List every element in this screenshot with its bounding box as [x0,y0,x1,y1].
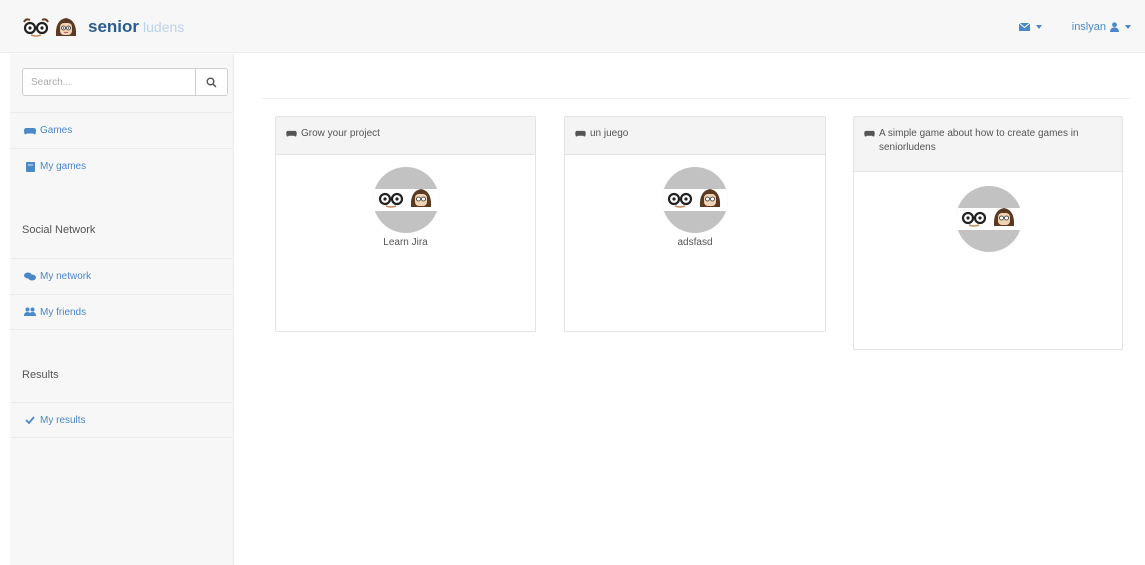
user-dropdown[interactable]: inslyan [1072,21,1131,33]
gamepad-icon [575,130,586,137]
face-logo-icon [410,189,432,207]
brand-primary: senior [88,17,140,36]
logo-icons [22,16,78,38]
face-logo-icon [993,208,1015,226]
glasses-logo-icon [378,192,404,208]
game-author: Learn Jira [383,237,428,248]
comments-icon [24,272,36,282]
brand-secondary: ludens [143,19,185,35]
game-author: adsfasd [677,237,713,248]
sidebar-item-games[interactable]: Games [10,112,234,148]
game-card[interactable]: A simple game about how to create games … [853,116,1123,350]
envelope-icon [1018,23,1030,31]
glasses-logo-icon [961,211,987,227]
sidebar-item-my-network[interactable]: My network [10,258,234,294]
glasses-logo-icon [23,18,49,37]
top-navbar: senior ludens inslyan [0,0,1145,53]
game-card-title: Grow your project [301,128,380,139]
search-input[interactable] [22,68,196,96]
caret-down-icon [1125,25,1131,29]
game-avatar [662,167,728,233]
face-logo-icon [55,18,77,36]
gamepad-icon [286,130,297,137]
check-icon [24,415,36,425]
face-logo-icon [699,189,721,207]
user-name: inslyan [1071,21,1106,33]
search-icon [206,77,217,88]
game-card[interactable]: Grow your project Learn Jira [275,116,536,332]
game-card-title: A simple game about how to create games … [879,128,1079,153]
game-card-header: un juego [565,117,825,155]
sidebar: Games My games Social Network My network… [10,54,234,565]
results-header: Results [22,369,59,381]
game-card-header: A simple game about how to create games … [854,117,1122,172]
sidebar-item-label: My network [40,271,92,282]
sidebar-item-label: My results [40,414,86,426]
game-card-title: un juego [590,128,629,139]
game-avatar [373,167,439,233]
messages-dropdown[interactable] [1018,23,1042,31]
gamepad-icon [864,130,875,137]
game-avatar [956,186,1022,252]
social-network-header: Social Network [22,224,96,236]
sidebar-item-my-results[interactable]: My results [10,402,234,438]
glasses-logo-icon [667,192,693,208]
sidebar-item-label: My friends [40,306,87,318]
sidebar-item-label: Games [40,125,73,136]
brand-logo[interactable]: senior ludens [22,14,184,40]
navbar-right: inslyan [1018,21,1131,33]
sidebar-item-my-games[interactable]: My games [10,148,234,184]
content-divider [262,98,1130,99]
game-card[interactable]: un juego adsfasd [564,116,826,332]
gamepad-icon [24,126,36,136]
sidebar-item-label: My games [40,161,87,172]
search-button[interactable] [196,68,228,96]
user-icon [1110,22,1119,32]
sidebar-item-my-friends[interactable]: My friends [10,294,234,330]
brand-name: senior ludens [88,17,184,37]
caret-down-icon [1035,25,1042,29]
book-icon [24,161,36,172]
users-icon [24,307,36,317]
game-card-header: Grow your project [276,117,535,155]
search-group [22,68,228,96]
